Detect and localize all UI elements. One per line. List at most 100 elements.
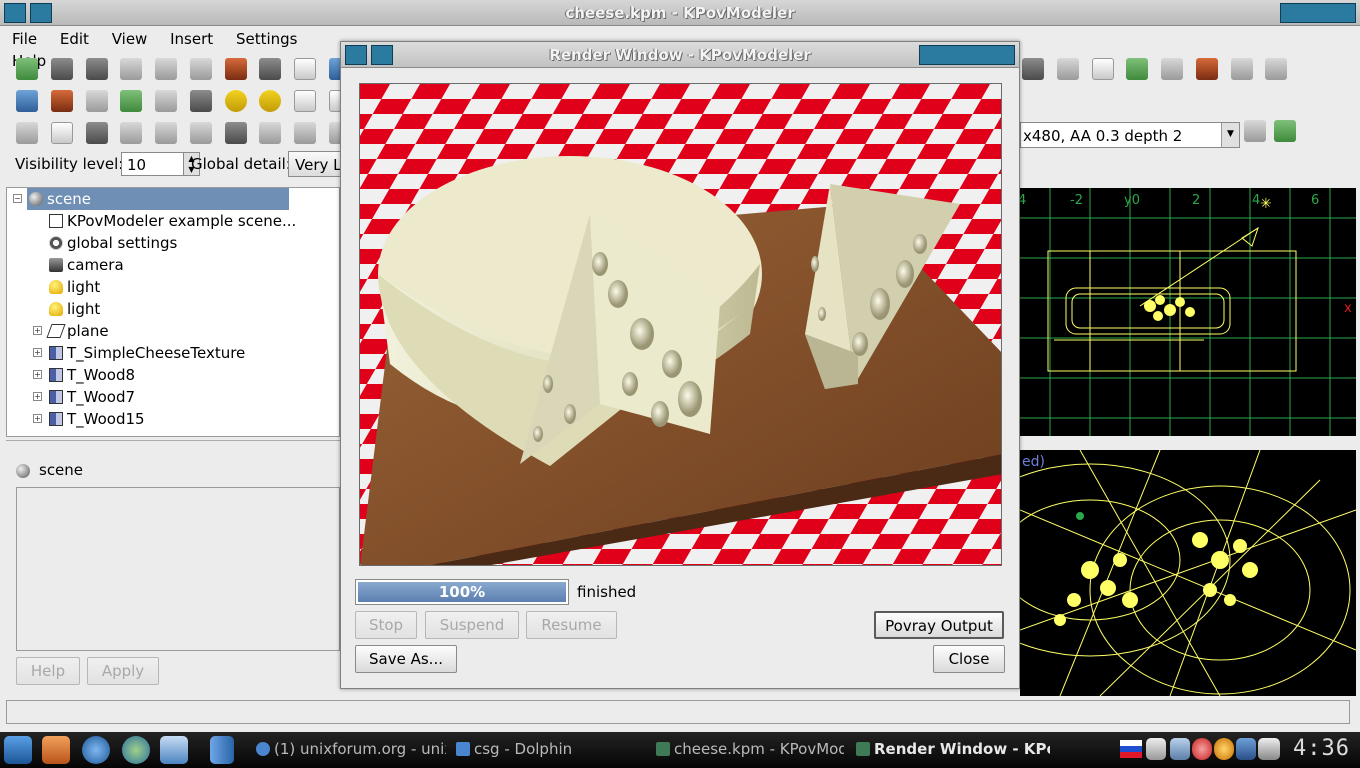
clock[interactable]: 4:36	[1293, 736, 1350, 761]
render-mode-select[interactable]: x480, AA 0.3 depth 2 ▼	[1020, 122, 1240, 148]
new-file-icon[interactable]	[16, 58, 38, 80]
expand-icon[interactable]: +	[33, 414, 42, 423]
pigment-icon[interactable]	[50, 122, 73, 144]
global-detail-select[interactable]: Very L	[288, 151, 348, 177]
print-icon[interactable]	[120, 58, 143, 80]
povray-output-button[interactable]: Povray Output	[874, 611, 1004, 639]
apply-button[interactable]: Apply	[87, 657, 159, 685]
scene-tree[interactable]: − scene KPovModeler example scene... glo…	[6, 187, 340, 437]
scale-icon[interactable]	[1195, 58, 1218, 80]
camera-insert-icon[interactable]	[155, 90, 178, 112]
color-map-icon[interactable]	[189, 122, 212, 144]
tree-item-scene[interactable]: − scene	[7, 188, 337, 210]
tree-item-texture[interactable]: + T_Wood15	[7, 408, 337, 430]
visibility-level-input[interactable]: 10	[121, 152, 185, 176]
save-file-icon[interactable]	[85, 58, 108, 80]
notes-icon[interactable]	[1192, 738, 1212, 760]
light-marker-icon: ✳	[1260, 196, 1272, 212]
expand-icon[interactable]: +	[33, 326, 42, 335]
top-view[interactable]: 4 -2 y0 2 4 6 x ✳	[1020, 188, 1356, 436]
chevron-down-icon[interactable]: ▼	[1221, 123, 1239, 147]
tree-item-texture[interactable]: + T_SimpleCheeseTexture	[7, 342, 337, 364]
plane-insert-icon[interactable]	[1091, 58, 1114, 80]
tree-item-plane[interactable]: + plane	[7, 320, 337, 342]
help-button[interactable]: Help	[16, 657, 80, 685]
pattern-icon[interactable]	[155, 122, 178, 144]
tree-item-global-settings[interactable]: global settings	[7, 232, 337, 254]
stop-button[interactable]: Stop	[355, 611, 417, 639]
mail-icon[interactable]	[160, 736, 188, 764]
tree-item-texture[interactable]: + T_Wood8	[7, 364, 337, 386]
interior-icon[interactable]	[294, 122, 317, 144]
tree-item-texture[interactable]: + T_Wood7	[7, 386, 337, 408]
copy-icon[interactable]	[259, 58, 282, 80]
keyboard-layout-flag-icon[interactable]	[1120, 740, 1142, 758]
box-insert-icon[interactable]	[294, 90, 317, 112]
translate-icon[interactable]	[1126, 58, 1149, 80]
task-label: csg - Dolphin	[474, 740, 573, 758]
open-file-icon[interactable]	[50, 58, 73, 80]
volume-icon[interactable]	[1170, 738, 1190, 760]
resume-button[interactable]: Resume	[526, 611, 617, 639]
menu-view[interactable]: View	[100, 26, 154, 48]
task-dolphin[interactable]: csg - Dolphin	[456, 740, 588, 762]
globe-icon[interactable]	[122, 736, 150, 764]
tree-item-label: T_SimpleCheeseTexture	[67, 344, 246, 362]
clipboard-icon[interactable]	[1146, 738, 1166, 760]
camera-view[interactable]: ed)	[1020, 450, 1356, 696]
declare-icon[interactable]	[120, 90, 143, 112]
menu-settings[interactable]: Settings	[224, 26, 304, 48]
task-browser[interactable]: (1) unixforum.org - unix	[256, 740, 446, 762]
task-kpovmodeler[interactable]: cheese.kpm - KPovMode	[656, 740, 844, 762]
light-group-icon[interactable]	[259, 90, 282, 112]
properties-editor[interactable]	[16, 487, 340, 651]
home-folder-icon[interactable]	[42, 736, 70, 764]
task-render-window[interactable]: Render Window - KPov	[856, 740, 1050, 762]
close-button[interactable]: Close	[933, 645, 1005, 673]
expand-icon[interactable]: +	[33, 370, 42, 379]
torus-icon[interactable]	[1022, 58, 1044, 80]
blob-icon[interactable]	[1056, 58, 1079, 80]
collapse-icon[interactable]: −	[13, 194, 22, 203]
cut-icon[interactable]	[224, 58, 247, 80]
tree-item-camera[interactable]: camera	[7, 254, 337, 276]
render-modes-icon[interactable]	[1244, 120, 1266, 142]
normal-icon[interactable]	[85, 122, 108, 144]
expand-icon[interactable]: +	[33, 392, 42, 401]
expand-icon[interactable]: +	[33, 348, 42, 357]
tree-item-light[interactable]: light	[7, 298, 337, 320]
render-titlebar[interactable]: Render Window - KPovModeler	[341, 42, 1019, 68]
menu-file[interactable]: File	[0, 26, 43, 48]
bounded-by-icon[interactable]	[1265, 58, 1288, 80]
window-controls[interactable]	[1280, 3, 1356, 23]
halo-icon[interactable]	[224, 122, 247, 144]
suspend-button[interactable]: Suspend	[425, 611, 519, 639]
fog-icon[interactable]	[85, 90, 108, 112]
texture-icon[interactable]	[16, 122, 38, 144]
menu-insert[interactable]: Insert	[158, 26, 219, 48]
finish-icon[interactable]	[120, 122, 143, 144]
tray-app-icon[interactable]	[1214, 738, 1234, 760]
redo-icon[interactable]	[189, 58, 212, 80]
rainbow-icon[interactable]	[50, 90, 73, 112]
kde-menu-icon[interactable]	[4, 736, 32, 764]
paste-icon[interactable]	[294, 58, 317, 80]
browser-launcher-icon[interactable]	[82, 736, 110, 764]
undo-icon[interactable]	[155, 58, 178, 80]
display-icon[interactable]	[1236, 738, 1256, 760]
tree-item-light[interactable]: light	[7, 276, 337, 298]
media-icon[interactable]	[259, 122, 282, 144]
object-link-icon[interactable]	[189, 90, 212, 112]
matrix-icon[interactable]	[1230, 58, 1253, 80]
light-insert-icon[interactable]	[224, 90, 247, 112]
render-preview-icon[interactable]	[1274, 120, 1296, 142]
rotate-icon[interactable]	[1161, 58, 1184, 80]
printer-icon[interactable]	[1258, 738, 1280, 760]
tree-item-comment[interactable]: KPovModeler example scene...	[7, 210, 337, 232]
menu-edit[interactable]: Edit	[48, 26, 95, 48]
main-titlebar[interactable]: cheese.kpm - KPovModeler	[0, 0, 1360, 26]
save-as-button[interactable]: Save As...	[355, 645, 457, 673]
database-icon[interactable]	[210, 736, 234, 764]
window-controls[interactable]	[919, 45, 1015, 65]
sky-sphere-icon[interactable]	[16, 90, 38, 112]
